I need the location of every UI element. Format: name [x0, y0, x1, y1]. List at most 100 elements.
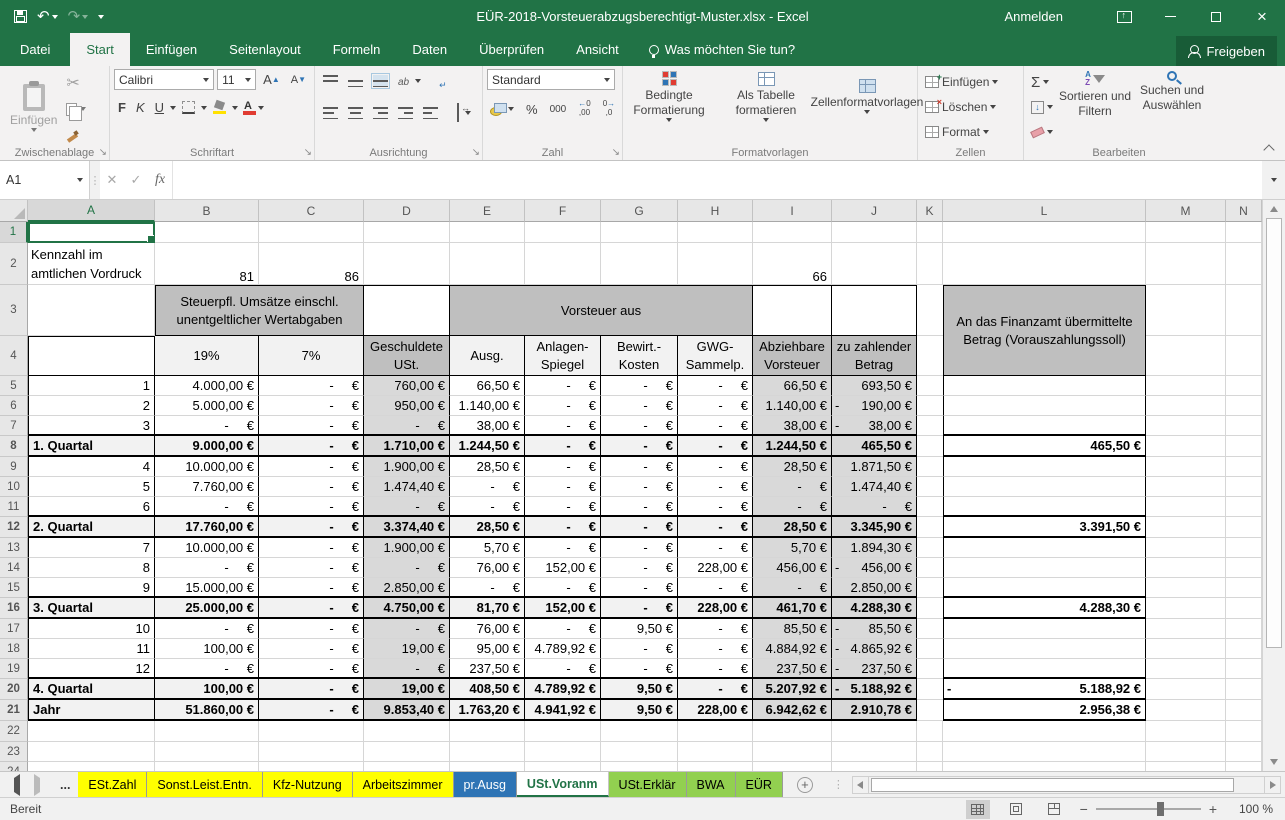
fill-color-button[interactable]	[209, 97, 230, 118]
cell-K23[interactable]	[917, 742, 943, 762]
row-header-9[interactable]: 9	[0, 457, 28, 477]
cell-H8[interactable]: - €	[678, 436, 753, 457]
select-all-button[interactable]	[0, 200, 28, 222]
cell-J19[interactable]: -237,50 €	[832, 659, 917, 679]
ribbon-tab-ansicht[interactable]: Ansicht	[560, 33, 635, 66]
cell-D20[interactable]: 19,00 €	[364, 679, 450, 700]
dialog-launcher-icon[interactable]: ↘	[99, 148, 107, 158]
cell-F15[interactable]: - €	[525, 578, 601, 598]
save-button[interactable]	[14, 10, 27, 23]
cell-B18[interactable]: 100,00 €	[155, 639, 259, 659]
cell-N20[interactable]	[1226, 679, 1262, 700]
cell-H10[interactable]: - €	[678, 477, 753, 497]
cell-D4[interactable]: Geschuldete USt.	[364, 336, 450, 376]
cell-K16[interactable]	[917, 598, 943, 619]
cell-C24[interactable]	[259, 762, 364, 771]
cell-N1[interactable]	[1226, 222, 1262, 243]
percent-style-button[interactable]: %	[523, 98, 541, 120]
column-header-B[interactable]: B	[155, 200, 259, 222]
cell-B19[interactable]: - €	[155, 659, 259, 679]
cell-M17[interactable]	[1146, 619, 1226, 639]
cell-N22[interactable]	[1226, 721, 1262, 742]
cell-C23[interactable]	[259, 742, 364, 762]
ribbon-tab-überprüfen[interactable]: Überprüfen	[463, 33, 560, 66]
cell-J20[interactable]: -5.188,92 €	[832, 679, 917, 700]
cell-K2[interactable]	[917, 243, 943, 285]
cell-M4[interactable]	[1146, 336, 1226, 376]
cell-L9[interactable]	[943, 457, 1146, 477]
cell-H5[interactable]: - €	[678, 376, 753, 396]
cell-E14[interactable]: 76,00 €	[450, 558, 525, 578]
cell-D19[interactable]: - €	[364, 659, 450, 679]
scroll-left-button[interactable]	[852, 776, 869, 794]
cell-C22[interactable]	[259, 721, 364, 742]
cell-A8[interactable]: 1. Quartal	[28, 436, 155, 457]
cell-K10[interactable]	[917, 477, 943, 497]
cell-A5[interactable]: 1	[28, 376, 155, 396]
cell-M1[interactable]	[1146, 222, 1226, 243]
cell-H23[interactable]	[678, 742, 753, 762]
cell-K7[interactable]	[917, 416, 943, 436]
cell-G24[interactable]	[601, 762, 678, 771]
cell-C16[interactable]: - €	[259, 598, 364, 619]
cell-K1[interactable]	[917, 222, 943, 243]
row-header-24[interactable]: 24	[0, 762, 28, 771]
cell-L5[interactable]	[943, 376, 1146, 396]
cell-D12[interactable]: 3.374,40 €	[364, 517, 450, 538]
copy-button[interactable]	[63, 98, 89, 120]
comma-style-button[interactable]: 000	[547, 98, 570, 120]
cell-H7[interactable]: - €	[678, 416, 753, 436]
cell-B20[interactable]: 100,00 €	[155, 679, 259, 700]
cell-J24[interactable]	[832, 762, 917, 771]
cell-J12[interactable]: 3.345,90 €	[832, 517, 917, 538]
page-break-view-button[interactable]	[1042, 800, 1066, 819]
cell-F23[interactable]	[525, 742, 601, 762]
cell-J10[interactable]: 1.474,40 €	[832, 477, 917, 497]
row-header-15[interactable]: 15	[0, 578, 28, 598]
cell-I12[interactable]: 28,50 €	[753, 517, 832, 538]
cell-G17[interactable]: 9,50 €	[601, 619, 678, 639]
cell-C12[interactable]: - €	[259, 517, 364, 538]
column-header-M[interactable]: M	[1146, 200, 1226, 222]
cell-H9[interactable]: - €	[678, 457, 753, 477]
cell-E23[interactable]	[450, 742, 525, 762]
cell-M21[interactable]	[1146, 700, 1226, 721]
row-header-23[interactable]: 23	[0, 742, 28, 762]
cell-L14[interactable]	[943, 558, 1146, 578]
cell-F14[interactable]: 152,00 €	[525, 558, 601, 578]
cell-L2[interactable]	[943, 243, 1146, 285]
cell-J17[interactable]: -85,50 €	[832, 619, 917, 639]
new-sheet-button[interactable]: +	[797, 772, 813, 797]
cell-D1[interactable]	[364, 222, 450, 243]
cell-N14[interactable]	[1226, 558, 1262, 578]
cell-J2[interactable]	[832, 243, 917, 285]
borders-button[interactable]	[178, 97, 199, 118]
undo-button[interactable]: ↶	[37, 9, 58, 24]
row-header-14[interactable]: 14	[0, 558, 28, 578]
row-header-10[interactable]: 10	[0, 477, 28, 497]
cell-N15[interactable]	[1226, 578, 1262, 598]
clear-button[interactable]	[1028, 121, 1056, 143]
cell-J9[interactable]: 1.871,50 €	[832, 457, 917, 477]
cell-A18[interactable]: 11	[28, 639, 155, 659]
cell-B3[interactable]: Steuerpfl. Umsätze einschl. unentgeltlic…	[155, 285, 364, 336]
cell-L18[interactable]	[943, 639, 1146, 659]
dialog-launcher-icon[interactable]: ↘	[612, 148, 620, 158]
cell-A24[interactable]	[28, 762, 155, 771]
cell-J11[interactable]: - €	[832, 497, 917, 517]
cell-H15[interactable]: - €	[678, 578, 753, 598]
cell-H6[interactable]: - €	[678, 396, 753, 416]
row-header-20[interactable]: 20	[0, 679, 28, 700]
cell-B5[interactable]: 4.000,00 €	[155, 376, 259, 396]
cell-H14[interactable]: 228,00 €	[678, 558, 753, 578]
cell-C9[interactable]: - €	[259, 457, 364, 477]
find-select-button[interactable]: Suchen und Auswählen	[1134, 69, 1210, 115]
cell-C6[interactable]: - €	[259, 396, 364, 416]
cell-G1[interactable]	[601, 222, 678, 243]
cell-L19[interactable]	[943, 659, 1146, 679]
cell-I24[interactable]	[753, 762, 832, 771]
cell-G22[interactable]	[601, 721, 678, 742]
decrease-indent-button[interactable]	[395, 104, 416, 122]
maximize-button[interactable]	[1193, 0, 1239, 33]
cell-H18[interactable]: - €	[678, 639, 753, 659]
